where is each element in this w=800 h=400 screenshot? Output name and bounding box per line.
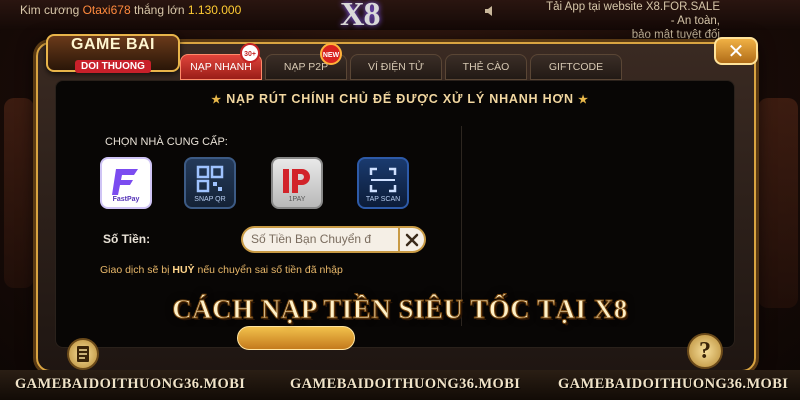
close-icon	[405, 233, 419, 247]
provider-tap-scan-label: TAP SCAN	[365, 196, 401, 203]
x8-logo: X8	[340, 0, 381, 33]
help-button[interactable]: ?	[687, 333, 723, 369]
tab-giftcode[interactable]: GIFTCODE	[530, 54, 622, 80]
document-icon	[77, 346, 89, 362]
tab-the-cao[interactable]: THẺ CÀO	[445, 54, 527, 80]
marquee-amount: 1.130.000	[187, 3, 242, 17]
provider-snap-qr-label: SNAP QR	[194, 196, 226, 203]
provider-snap-qr[interactable]: SNAP QR	[184, 157, 236, 209]
footer-watermark-2: GAMEBAIDOITHUONG36.MOBI	[290, 376, 521, 392]
marquee-nick: Otaxi678	[82, 3, 131, 17]
headline-text: NẠP RÚT CHÍNH CHỦ ĐỂ ĐƯỢC XỬ LÝ NHANH HƠ…	[226, 92, 574, 106]
question-icon: ?	[699, 338, 711, 364]
brand-line-2: DOI THUONG	[75, 60, 151, 73]
notice-line-1: Tải App tại website X8.FOR.SALE - An toà…	[546, 1, 720, 27]
star-icon: ★	[211, 94, 222, 106]
tab-label: NẠP P2P	[283, 61, 329, 73]
headline: ★ NẠP RÚT CHÍNH CHỦ ĐỂ ĐƯỢC XỬ LÝ NHANH …	[0, 92, 800, 106]
marquee-mid: thắng lớn	[133, 3, 185, 17]
provider-1pay-label: 1PAY	[288, 196, 306, 203]
speaker-icon	[484, 4, 498, 18]
brand-logo: GAME BAI DOI THUONG	[46, 34, 180, 73]
notice-line-2: bảo mật tuyệt đối	[631, 29, 720, 41]
close-icon: ✕	[727, 39, 745, 63]
clear-amount-button[interactable]	[398, 226, 426, 253]
provider-label: CHỌN NHÀ CUNG CẤP:	[105, 136, 228, 148]
tab-badge-new: NEW	[320, 43, 342, 65]
provider-fastpay-label: FastPay	[112, 196, 140, 203]
tab-badge-30: 30+	[240, 43, 260, 63]
warning-prefix: Giao dịch sẽ bị	[100, 264, 170, 276]
overlay-title: CÁCH NẠP TIỀN SIÊU TỐC TẠI X8	[172, 294, 628, 325]
tab-label: NẠP NHANH	[190, 61, 252, 73]
background-card-right	[758, 98, 798, 308]
footer-watermark-3: GAMEBAIDOITHUONG36.MOBI	[558, 376, 789, 392]
tab-label: THẺ CÀO	[462, 61, 510, 73]
amount-label: Số Tiền:	[103, 232, 151, 246]
provider-tap-scan[interactable]: TAP SCAN	[357, 157, 409, 209]
marquee-prefix: Kim cương	[20, 3, 80, 17]
background-card-left	[4, 98, 34, 288]
cancel-warning: Giao dịch sẽ bị HUỶ nếu chuyển sai số ti…	[100, 264, 343, 276]
tab-label: VÍ ĐIỆN TỬ	[367, 61, 425, 73]
provider-fastpay[interactable]: FastPay	[100, 157, 152, 209]
tab-label: GIFTCODE	[548, 61, 604, 73]
brand-line-1: GAME BAI	[71, 36, 155, 53]
confirm-button[interactable]	[237, 326, 355, 350]
warning-bold: HUỶ	[172, 264, 195, 276]
tab-nap-nhanh[interactable]: NẠP NHANH 30+	[180, 43, 262, 80]
tab-vi-dien-tu[interactable]: VÍ ĐIỆN TỬ	[350, 54, 442, 80]
win-marquee: Kim cương Otaxi678 thắng lớn 1.130.000	[20, 3, 241, 17]
game-stage: Kim cương Otaxi678 thắng lớn 1.130.000 X…	[0, 0, 800, 400]
provider-1pay[interactable]: 1PAY	[271, 157, 323, 209]
tab-nap-p2p[interactable]: NẠP P2P NEW	[265, 43, 347, 80]
star-icon: ★	[578, 94, 589, 106]
close-button[interactable]: ✕	[714, 37, 758, 65]
history-button[interactable]	[67, 338, 99, 370]
warning-suffix: nếu chuyển sai số tiền đã nhập	[197, 264, 343, 276]
footer-watermark-1: GAMEBAIDOITHUONG36.MOBI	[15, 376, 246, 392]
amount-input[interactable]: Số Tiền Bạn Chuyển đ	[241, 226, 399, 253]
top-notice: Tải App tại website X8.FOR.SALE - An toà…	[540, 0, 720, 42]
